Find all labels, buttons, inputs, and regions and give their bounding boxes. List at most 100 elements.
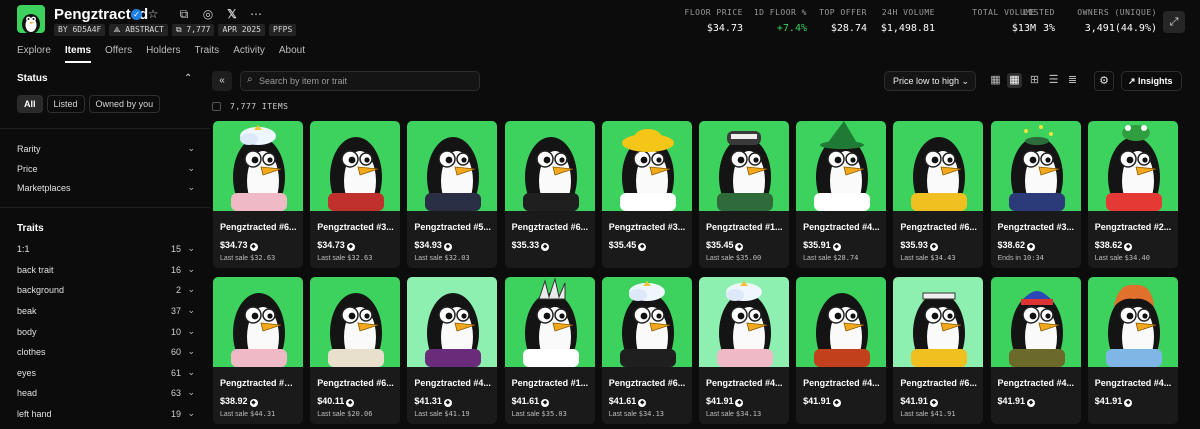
chevron-up-icon[interactable]: ⌃ (184, 73, 192, 84)
globe-icon[interactable]: ◎ (200, 6, 216, 22)
select-all-checkbox[interactable] (212, 102, 221, 111)
nft-image[interactable] (990, 277, 1081, 373)
nft-name[interactable]: Pengztracted #2... (1095, 222, 1173, 232)
tab-about[interactable]: About (279, 45, 305, 63)
nft-card[interactable]: Pengztracted #1... $35.45 ⬥ Last sale $35.0… (698, 121, 789, 268)
collapse-sidebar-icon[interactable]: « (212, 71, 232, 91)
nft-card[interactable]: Pengztracted #2... $38.62 ⬥ Last sale $34.4… (1087, 121, 1178, 268)
nft-card[interactable]: Pengztracted #6... $34.73 ⬥ Last sale $32.6… (213, 121, 303, 268)
nft-name[interactable]: Pengztracted #5... (414, 222, 492, 232)
nft-card[interactable]: Pengztracted #3... $34.73 ⬥ Last sale $32.6… (310, 121, 401, 268)
nft-card[interactable]: Pengztracted #4... $41.91 ⬥ Last sale $34.1… (698, 277, 789, 424)
nft-card[interactable]: Pengztracted #5... $34.93 ⬥ Last sale $32.0… (407, 121, 498, 268)
sort-dropdown[interactable]: Price low to high ⌄ (884, 71, 976, 91)
expand-icon[interactable]: ⤢ (1163, 11, 1185, 33)
nft-image[interactable] (796, 277, 887, 373)
nft-card[interactable]: Pengztracted #1... $41.61 ⬥ Last sale $35.0… (504, 277, 595, 424)
nft-name[interactable]: Pengztracted #6... (220, 222, 298, 232)
tab-holders[interactable]: Holders (146, 45, 180, 63)
nft-name[interactable]: Pengztracted #4... (998, 378, 1076, 388)
filter-marketplaces[interactable]: Marketplaces ⌄ (17, 182, 195, 193)
nft-name[interactable]: Pengztracted #1... (512, 378, 590, 388)
nft-image[interactable] (698, 121, 789, 217)
nft-card[interactable]: Pengztracted #6... $35.93 ⬥ Last sale $34.4… (893, 121, 984, 268)
nft-name[interactable]: Pengztracted #6... (317, 378, 395, 388)
nft-name[interactable]: Pengztracted #215 (220, 378, 298, 388)
nft-card[interactable]: Pengztracted #4... $41.91 ⬥ (990, 277, 1081, 424)
trait-row[interactable]: 1:1 15 ⌄ (17, 243, 195, 254)
nft-card[interactable]: Pengztracted #6... $41.61 ⬥ Last sale $34.1… (601, 277, 692, 424)
nft-image[interactable] (310, 121, 401, 217)
nft-image[interactable] (504, 277, 595, 373)
trait-row[interactable]: eyes 61 ⌄ (17, 367, 195, 378)
nft-name[interactable]: Pengztracted #4... (414, 378, 492, 388)
nft-card[interactable]: Pengztracted #4... $41.31 ⬥ Last sale $41.1… (407, 277, 498, 424)
nft-card[interactable]: Pengztracted #215 $38.92 ⬥ Last sale $44.31 (213, 277, 303, 424)
more-icon[interactable]: ⋯ (248, 6, 264, 22)
gear-icon[interactable]: ⚙ (1094, 71, 1114, 91)
tab-explore[interactable]: Explore (17, 45, 51, 63)
nft-name[interactable]: Pengztracted #6... (900, 378, 978, 388)
nft-name[interactable]: Pengztracted #4... (803, 222, 881, 232)
nft-name[interactable]: Pengztracted #4... (1095, 378, 1173, 388)
star-icon[interactable]: ☆ (145, 6, 161, 22)
nft-image[interactable] (990, 121, 1081, 217)
nft-name[interactable]: Pengztracted #4... (706, 378, 784, 388)
nft-name[interactable]: Pengztracted #3... (609, 222, 687, 232)
status-listed-button[interactable]: Listed (46, 95, 85, 113)
nft-name[interactable]: Pengztracted #3... (998, 222, 1076, 232)
nft-image[interactable] (1087, 121, 1178, 217)
view-small-grid-icon[interactable]: ⊞ (1027, 73, 1042, 88)
trait-row[interactable]: background 2 ⌄ (17, 284, 195, 295)
nft-image[interactable] (893, 277, 984, 373)
nft-image[interactable] (1087, 277, 1178, 373)
tab-traits[interactable]: Traits (195, 45, 220, 63)
view-grid-icon[interactable]: ▦ (1007, 73, 1022, 88)
nft-name[interactable]: Pengztracted #6... (609, 378, 687, 388)
search-input[interactable] (259, 74, 469, 88)
nft-image[interactable] (213, 277, 303, 373)
collection-avatar[interactable] (17, 5, 45, 33)
nft-image[interactable] (698, 277, 789, 373)
nft-card[interactable]: Pengztracted #6... $35.33 ⬥ (504, 121, 595, 268)
trait-row[interactable]: body 10 ⌄ (17, 326, 195, 337)
filter-price[interactable]: Price ⌄ (17, 163, 195, 174)
nft-image[interactable] (504, 121, 595, 217)
nft-card[interactable]: Pengztracted #6... $40.11 ⬥ Last sale $20.0… (310, 277, 401, 424)
filter-rarity[interactable]: Rarity ⌄ (17, 143, 195, 154)
nft-image[interactable] (601, 277, 692, 373)
nft-image[interactable] (213, 121, 303, 217)
nft-card[interactable]: Pengztracted #4... $41.91 ⬥ (1087, 277, 1178, 424)
view-list-icon[interactable]: ☰ (1046, 73, 1061, 88)
nft-image[interactable] (310, 277, 401, 373)
nft-name[interactable]: Pengztracted #6... (900, 222, 978, 232)
nft-name[interactable]: Pengztracted #3... (317, 222, 395, 232)
x-logo-icon[interactable]: 𝕏 (224, 6, 240, 22)
creator-chip[interactable]: BY 6D5A4F (54, 24, 106, 36)
trait-row[interactable]: head 63 ⌄ (17, 387, 195, 398)
nft-card[interactable]: Pengztracted #3... $35.45 ⬥ (601, 121, 692, 268)
tab-items[interactable]: Items (64, 45, 92, 63)
trait-row[interactable]: left hand 19 ⌄ (17, 408, 195, 419)
search-box[interactable]: ⌕ (240, 71, 480, 91)
nft-image[interactable] (893, 121, 984, 217)
nft-image[interactable] (601, 121, 692, 217)
nft-card[interactable]: Pengztracted #4... $35.91 ⬥ Last sale $28.7… (796, 121, 887, 268)
nft-name[interactable]: Pengztracted #1... (706, 222, 784, 232)
nft-image[interactable] (407, 121, 498, 217)
view-table-icon[interactable]: ≣ (1065, 73, 1080, 88)
nft-name[interactable]: Pengztracted #6... (512, 222, 590, 232)
status-owned-button[interactable]: Owned by you (88, 95, 161, 113)
tab-offers[interactable]: Offers (105, 45, 132, 63)
nft-image[interactable] (407, 277, 498, 373)
tab-activity[interactable]: Activity (233, 45, 265, 63)
copy-icon[interactable]: ⧉ (176, 6, 192, 22)
nft-card[interactable]: Pengztracted #6... $41.91 ⬥ Last sale $41.9… (893, 277, 984, 424)
insights-button[interactable]: ↗ Insights (1121, 71, 1182, 91)
trait-row[interactable]: beak 37 ⌄ (17, 305, 195, 316)
trait-row[interactable]: clothes 60 ⌄ (17, 346, 195, 357)
trait-row[interactable]: back trait 16 ⌄ (17, 264, 195, 275)
nft-card[interactable]: Pengztracted #3... $38.62 ⬥ Ends in 10:34 (990, 121, 1081, 268)
view-large-grid-icon[interactable]: ▦ (988, 73, 1003, 88)
nft-image[interactable] (796, 121, 887, 217)
